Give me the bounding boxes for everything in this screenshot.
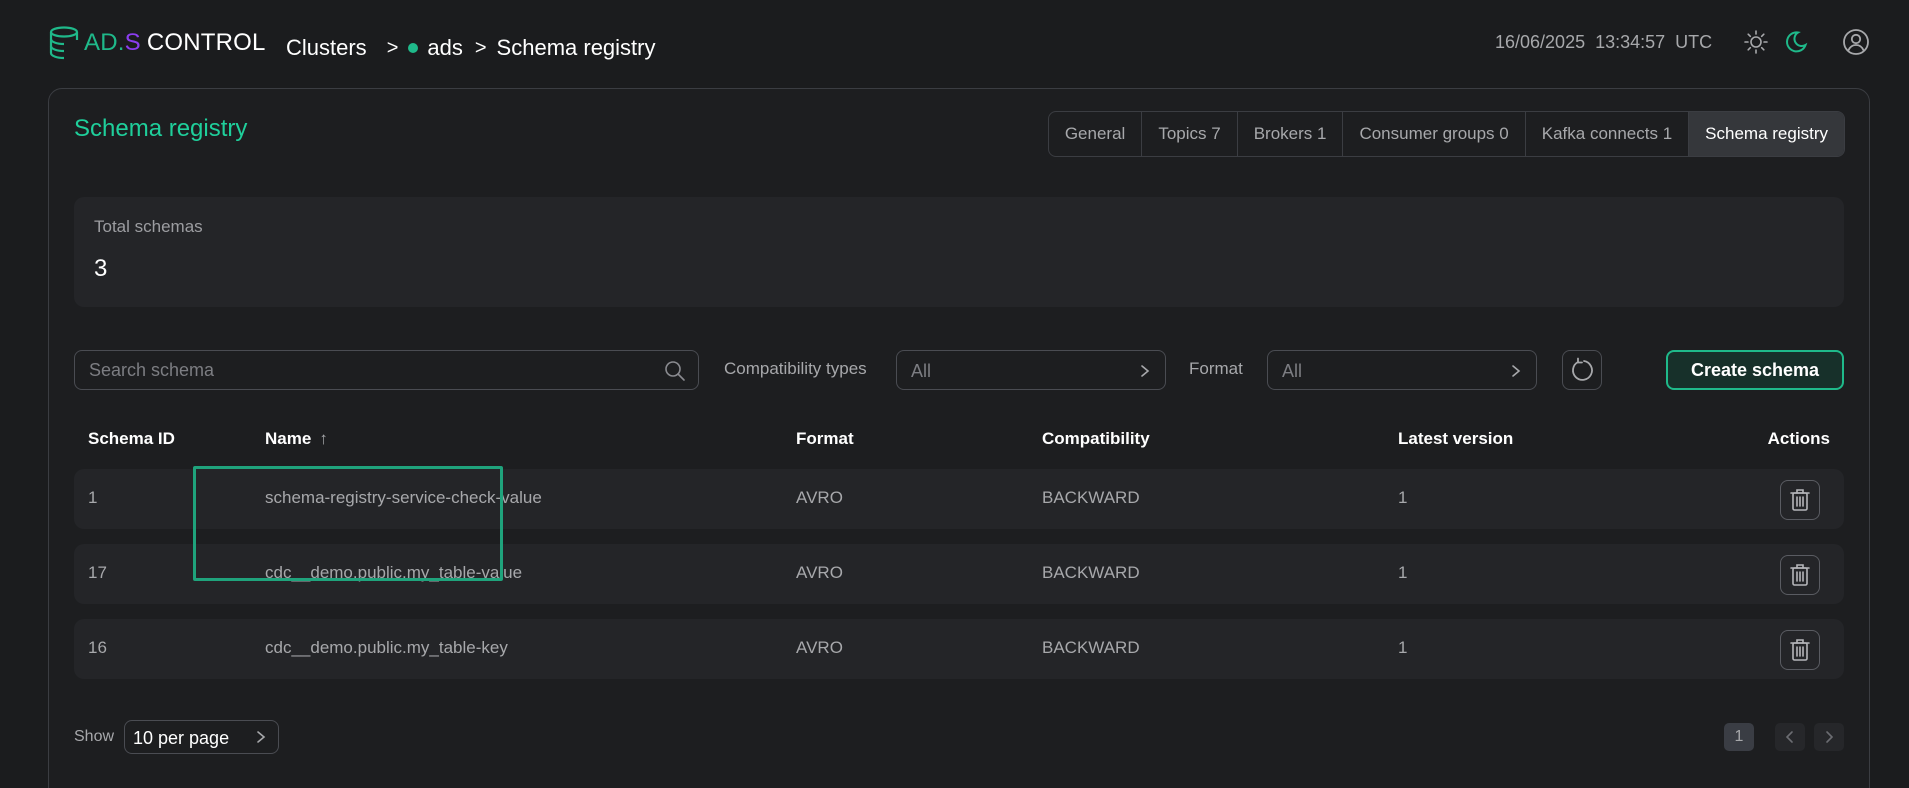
- tab-general[interactable]: General: [1049, 112, 1143, 156]
- tab-topics[interactable]: Topics 7: [1142, 112, 1238, 156]
- user-icon[interactable]: [1842, 28, 1870, 56]
- cell-format: AVRO: [796, 563, 843, 582]
- trash-icon: [1790, 639, 1810, 661]
- refresh-button[interactable]: [1562, 350, 1602, 390]
- create-schema-button[interactable]: Create schema: [1666, 350, 1844, 390]
- breadcrumb: Clusters > ads > Schema registry: [286, 35, 656, 61]
- col-header-name[interactable]: Name ↑: [265, 429, 328, 449]
- logo-text-ad: AD.: [84, 29, 125, 56]
- trash-icon: [1790, 489, 1810, 511]
- cell-latest-version: 1: [1398, 638, 1408, 657]
- cell-schema-id: 1: [88, 488, 98, 507]
- table-header: Schema ID Name ↑ Format Compatibility La…: [74, 424, 1844, 454]
- cell-compatibility: BACKWARD: [1042, 563, 1140, 582]
- compatibility-types-value: All: [911, 361, 932, 381]
- total-schemas-panel: Total schemas 3: [74, 197, 1844, 307]
- tab-schema-registry[interactable]: Schema registry: [1689, 112, 1844, 156]
- delete-button[interactable]: [1780, 480, 1820, 520]
- search-icon[interactable]: [664, 360, 686, 382]
- col-header-compatibility[interactable]: Compatibility: [1042, 429, 1150, 449]
- chevron-right-icon: [257, 731, 266, 743]
- total-schemas-value: 3: [94, 255, 108, 282]
- table-row[interactable]: 17 cdc__demo.public.my_table-value AVRO …: [74, 544, 1844, 604]
- next-page-button[interactable]: [1814, 723, 1844, 751]
- per-page-value: 10 per page: [133, 728, 230, 748]
- col-header-actions: Actions: [1767, 429, 1830, 448]
- page-button-current[interactable]: 1: [1724, 723, 1754, 751]
- cell-name[interactable]: cdc__demo.public.my_table-value: [265, 563, 522, 583]
- col-header-format[interactable]: Format: [796, 429, 854, 449]
- moon-icon[interactable]: [1782, 28, 1810, 56]
- search-input[interactable]: [75, 351, 655, 389]
- cell-name[interactable]: schema-registry-service-check-value: [265, 488, 542, 508]
- table-row[interactable]: 16 cdc__demo.public.my_table-key AVRO BA…: [74, 619, 1844, 679]
- sun-icon[interactable]: [1742, 28, 1770, 56]
- show-label: Show: [74, 728, 115, 745]
- logo-text: AD.S CONTROL: [84, 29, 266, 57]
- breadcrumb-clusters[interactable]: Clusters: [286, 35, 367, 61]
- chevron-right-icon: [1826, 731, 1834, 743]
- breadcrumb-separator: >: [474, 36, 487, 59]
- logo[interactable]: AD.S CONTROL: [48, 26, 266, 60]
- cell-latest-version: 1: [1398, 563, 1408, 582]
- clock-timezone: UTC: [1675, 32, 1713, 52]
- col-header-latest-version[interactable]: Latest version: [1398, 429, 1513, 449]
- col-header-name-label: Name: [265, 429, 312, 448]
- delete-button[interactable]: [1780, 555, 1820, 595]
- compatibility-types-label: Compatibility types: [724, 359, 867, 378]
- cell-compatibility: BACKWARD: [1042, 488, 1140, 507]
- cluster-tabs: General Topics 7 Brokers 1 Consumer grou…: [1047, 111, 1845, 157]
- compatibility-types-select[interactable]: All: [896, 350, 1166, 390]
- tab-brokers[interactable]: Brokers 1: [1238, 112, 1344, 156]
- cell-latest-version: 1: [1398, 488, 1408, 507]
- cell-name[interactable]: cdc__demo.public.my_table-key: [265, 638, 508, 658]
- table-row[interactable]: 1 schema-registry-service-check-value AV…: [74, 469, 1844, 529]
- logo-text-s: S: [124, 29, 141, 56]
- cell-schema-id: 16: [88, 638, 107, 657]
- top-bar: AD.S CONTROL Clusters > ads > Schema regi…: [0, 0, 1909, 90]
- chevron-right-icon: [1141, 365, 1150, 377]
- tab-kafka-connects[interactable]: Kafka connects 1: [1526, 112, 1690, 156]
- tab-consumer-groups[interactable]: Consumer groups 0: [1343, 112, 1526, 156]
- cell-schema-id: 17: [88, 563, 107, 582]
- refresh-icon: [1572, 357, 1593, 381]
- cell-format: AVRO: [796, 488, 843, 507]
- main-card: Schema registry General Topics 7 Brokers…: [48, 88, 1870, 788]
- delete-button[interactable]: [1780, 630, 1820, 670]
- clock-date: 16/06/2025: [1495, 32, 1586, 52]
- cluster-status-dot: [408, 43, 419, 53]
- per-page-select[interactable]: 10 per page: [124, 720, 279, 754]
- breadcrumb-separator: >: [386, 36, 399, 59]
- prev-page-button[interactable]: [1775, 723, 1805, 751]
- format-value: All: [1282, 361, 1303, 381]
- page-title: Schema registry: [74, 115, 248, 142]
- format-label: Format: [1189, 359, 1243, 378]
- database-logo-icon: [49, 26, 79, 60]
- logo-text-control: CONTROL: [146, 29, 266, 56]
- chevron-left-icon: [1785, 731, 1793, 743]
- format-select[interactable]: All: [1267, 350, 1537, 390]
- breadcrumb-cluster-ads[interactable]: ads: [427, 35, 462, 61]
- sort-asc-icon[interactable]: ↑: [319, 429, 328, 449]
- breadcrumb-schema-registry: Schema registry: [496, 35, 656, 60]
- cell-format: AVRO: [796, 638, 843, 657]
- chevron-right-icon: [1512, 365, 1521, 377]
- clock-time: 13:34:57: [1595, 32, 1666, 52]
- total-schemas-label: Total schemas: [94, 217, 203, 236]
- cell-compatibility: BACKWARD: [1042, 638, 1140, 657]
- trash-icon: [1790, 564, 1810, 586]
- server-clock: 16/06/2025 13:34:57 UTC: [1495, 32, 1722, 53]
- search-box: [74, 350, 699, 390]
- col-header-schema-id[interactable]: Schema ID: [88, 429, 175, 449]
